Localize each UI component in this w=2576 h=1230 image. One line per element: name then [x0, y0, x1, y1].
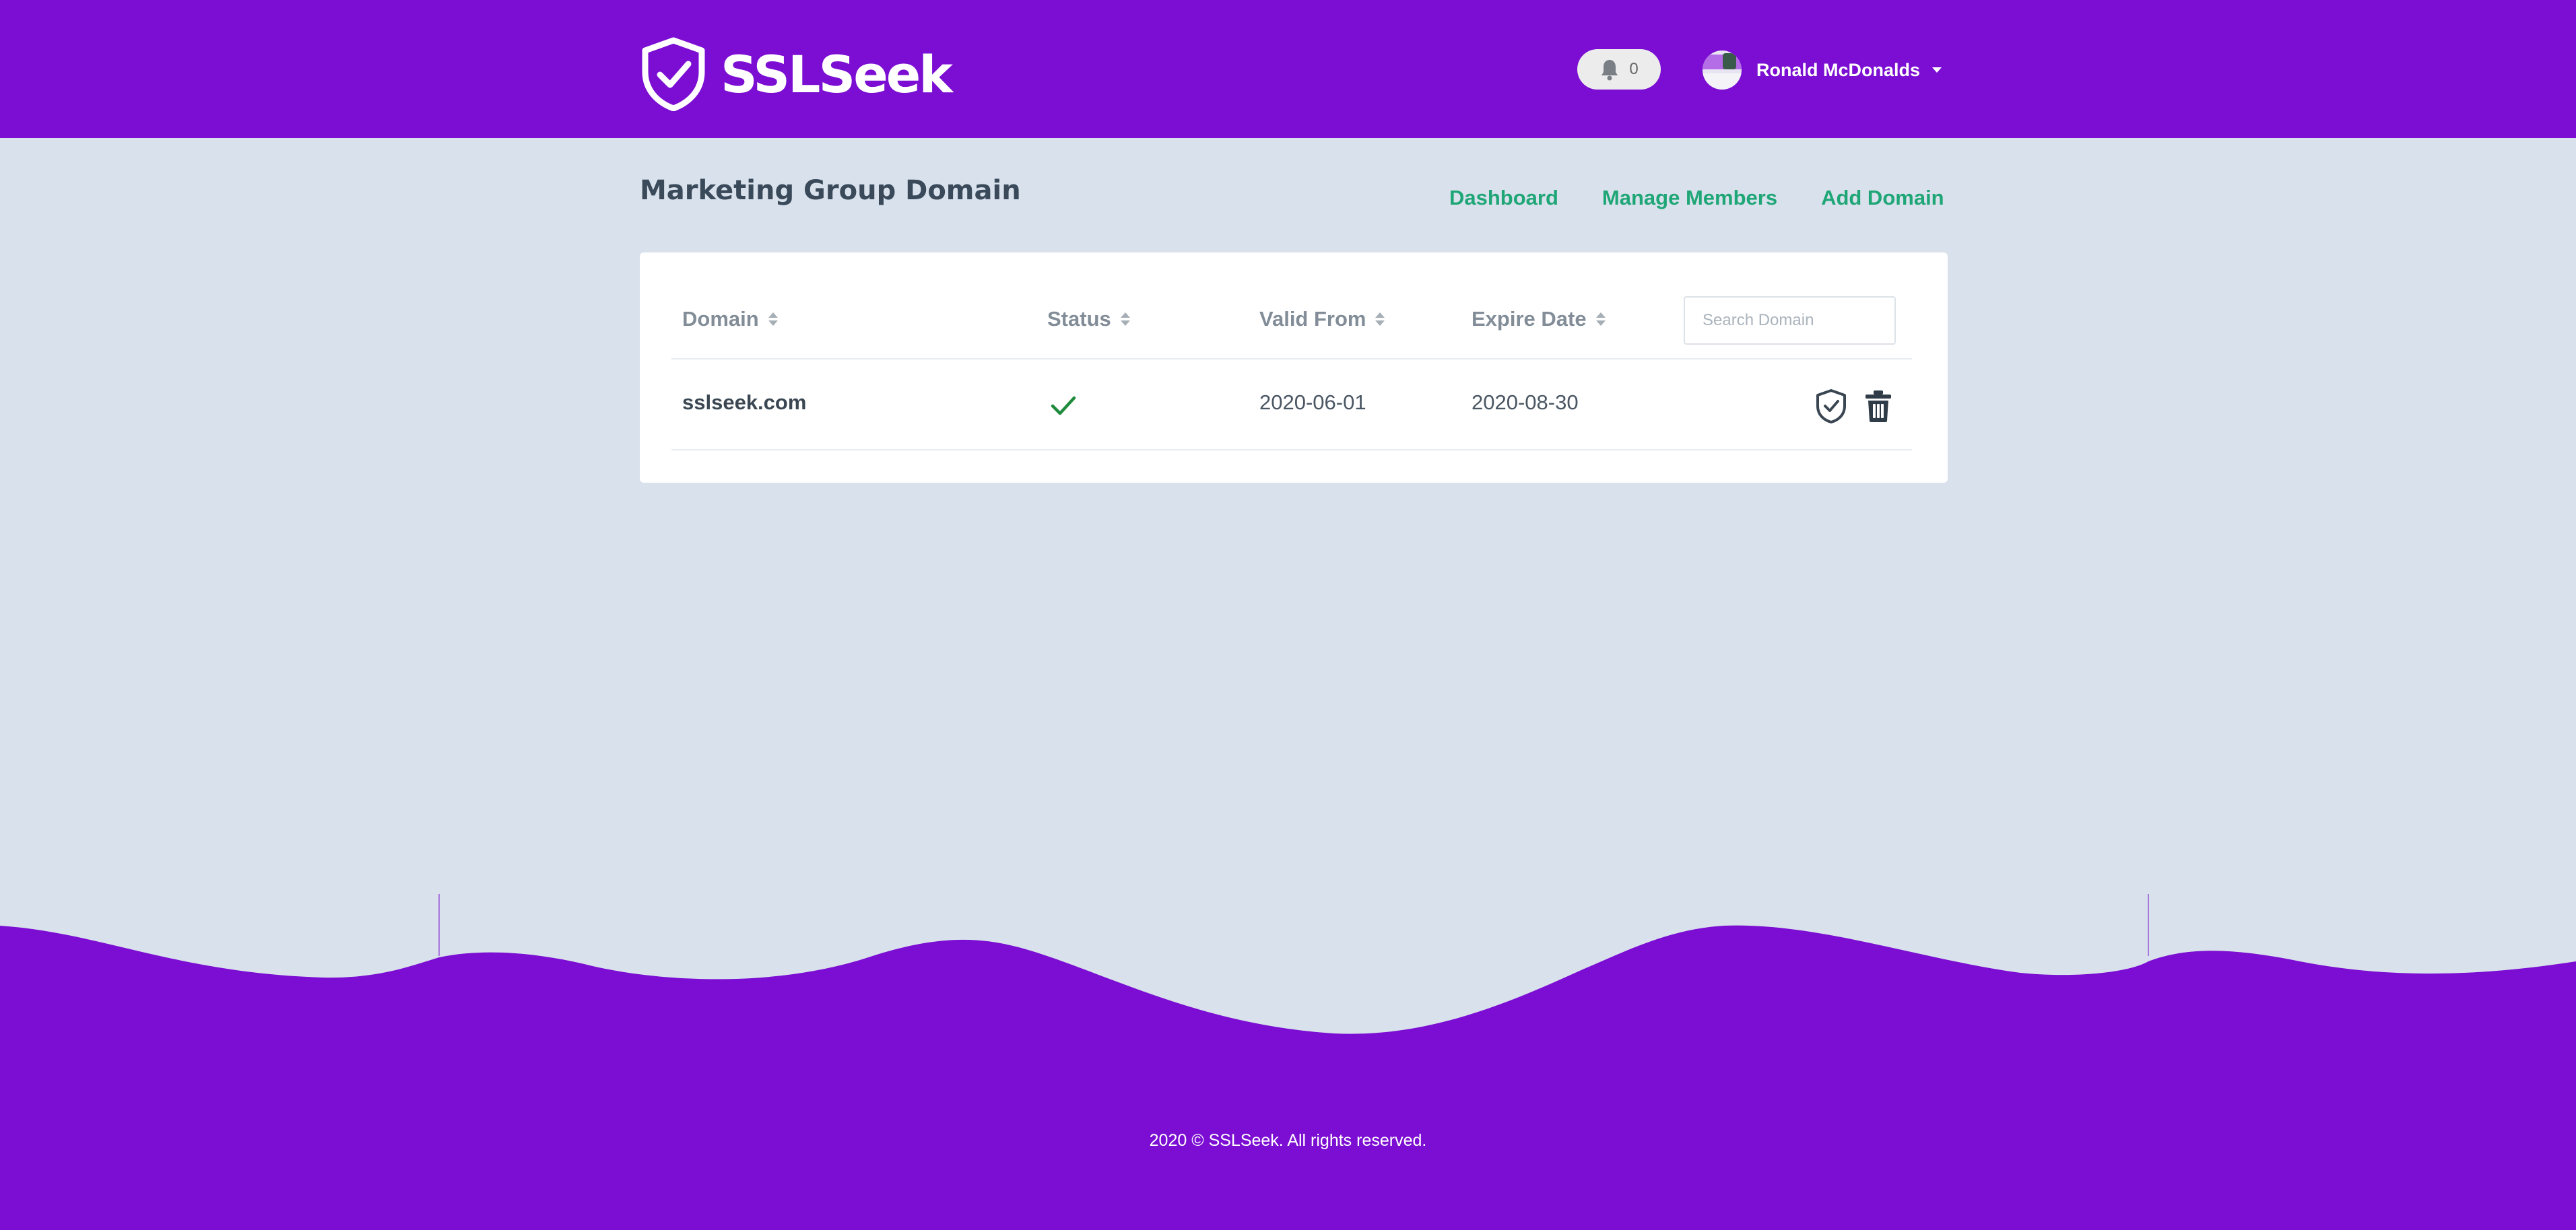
domains-card	[640, 252, 1948, 483]
brand-name: SSLSeek	[721, 44, 953, 104]
shield-check-logo-icon	[642, 37, 705, 111]
brand-logo[interactable]: SSLSeek	[640, 37, 953, 111]
sort-icon	[1595, 312, 1606, 326]
valid-from-cell: 2020-06-01	[1259, 390, 1366, 414]
sort-icon	[1120, 312, 1130, 326]
group-nav: Dashboard Manage Members Add Domain	[1449, 186, 1944, 210]
user-menu[interactable]: Ronald McDonalds	[1703, 50, 1942, 90]
header-divider	[671, 358, 1912, 360]
bell-icon	[1601, 60, 1618, 81]
expire-date-cell: 2020-08-30	[1472, 390, 1579, 414]
column-header-label: Domain	[682, 307, 759, 331]
column-header-label: Status	[1047, 307, 1111, 331]
shield-check-icon[interactable]	[1814, 388, 1848, 424]
nav-add-domain-link[interactable]: Add Domain	[1821, 186, 1944, 210]
search-domain-input[interactable]	[1684, 296, 1896, 345]
notification-count: 0	[1629, 60, 1639, 78]
caret-down-icon	[1932, 67, 1942, 73]
trash-icon[interactable]	[1863, 389, 1893, 423]
footer-copyright: 2020 © SSLSeek. All rights reserved.	[1149, 1131, 1427, 1150]
column-header-label: Valid From	[1259, 307, 1366, 331]
user-name: Ronald McDonalds	[1756, 59, 1921, 80]
check-icon	[1051, 396, 1076, 415]
avatar	[1703, 50, 1742, 90]
sort-icon	[768, 312, 778, 326]
page-title: Marketing Group Domain	[640, 175, 1021, 206]
column-header-expire-date[interactable]: Expire Date	[1472, 304, 1606, 334]
nav-manage-members-link[interactable]: Manage Members	[1602, 186, 1777, 210]
row-divider	[671, 449, 1912, 450]
sort-icon	[1375, 312, 1385, 326]
footer-wave-decoration	[0, 894, 2576, 1230]
notifications-button[interactable]: 0	[1577, 49, 1661, 90]
column-header-valid-from[interactable]: Valid From	[1259, 304, 1385, 334]
domain-cell[interactable]: sslseek.com	[682, 390, 806, 415]
column-header-status[interactable]: Status	[1047, 304, 1130, 334]
top-header: SSLSeek 0 Ronald McDonalds	[0, 0, 2576, 138]
nav-dashboard-link[interactable]: Dashboard	[1449, 186, 1558, 210]
column-header-domain[interactable]: Domain	[682, 304, 778, 334]
column-header-label: Expire Date	[1472, 307, 1587, 331]
